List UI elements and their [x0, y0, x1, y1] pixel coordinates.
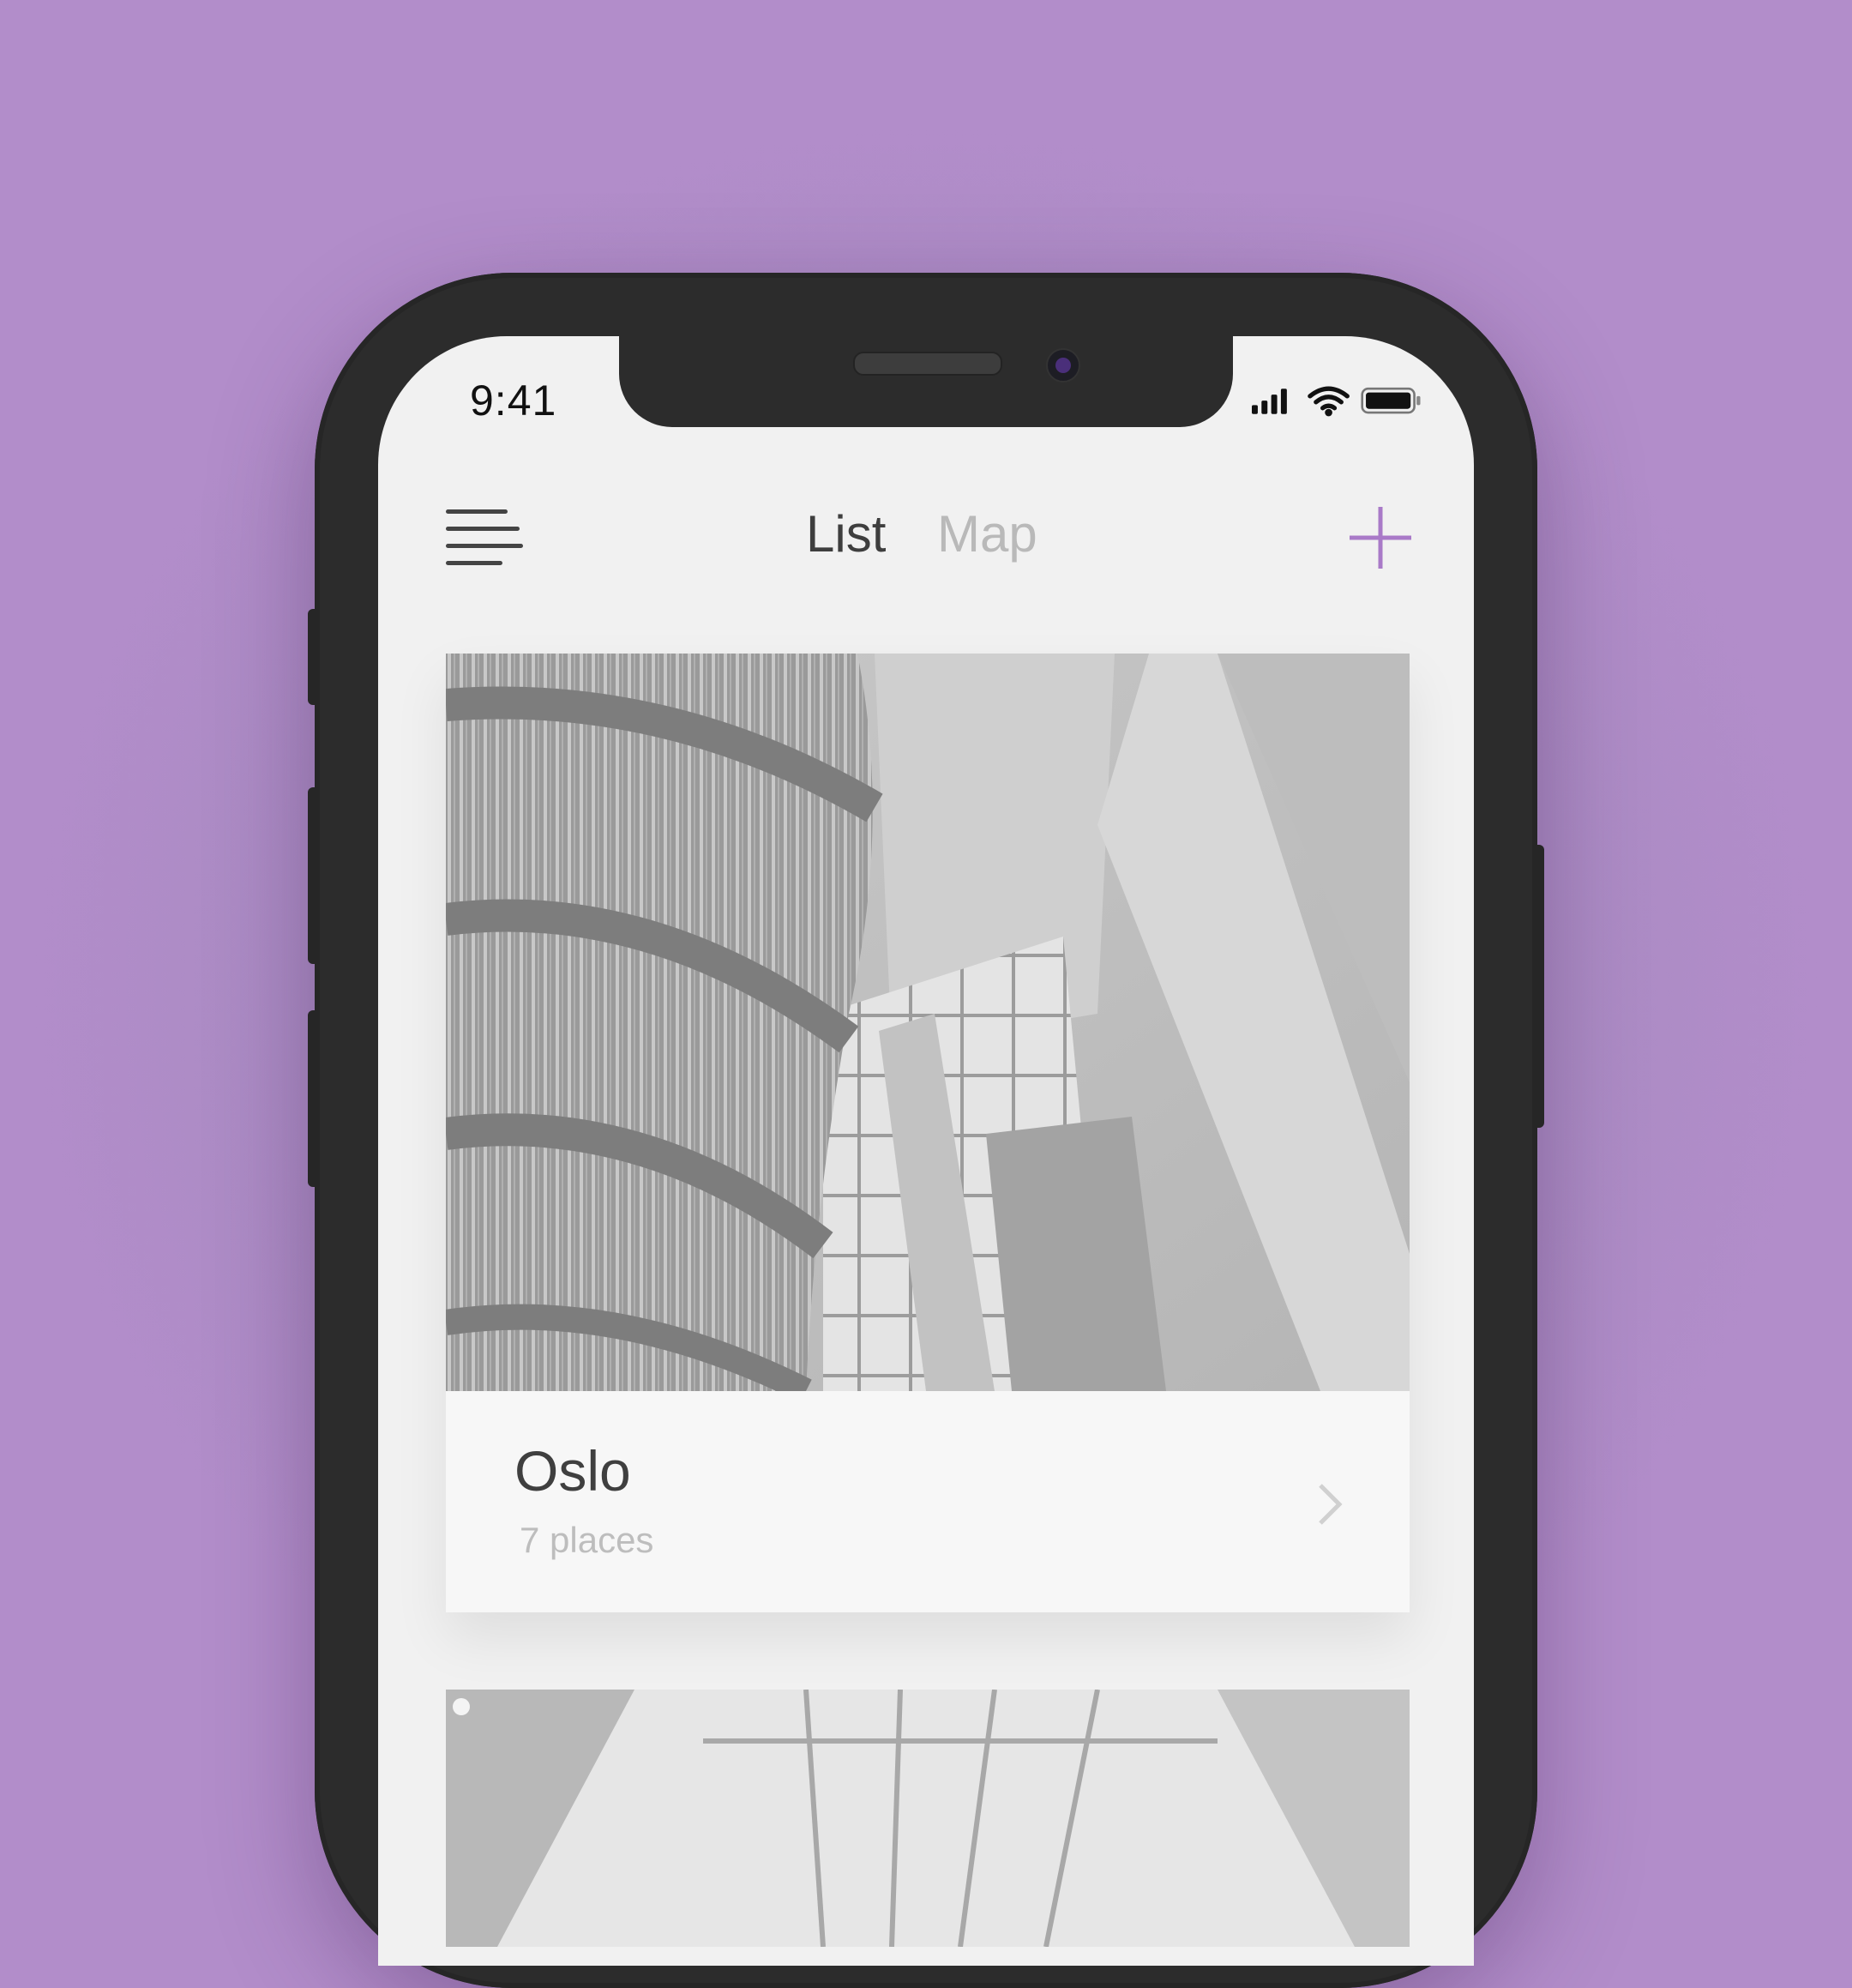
city-card-subtitle: 7 places [520, 1520, 654, 1560]
speaker-grille [853, 352, 1002, 376]
status-icons [1252, 386, 1421, 417]
city-card[interactable]: Oslo 7 places [446, 654, 1410, 1612]
tab-map[interactable]: Map [937, 504, 1037, 563]
tab-list[interactable]: List [806, 504, 886, 563]
status-time: 9:41 [470, 377, 557, 425]
plus-icon[interactable] [1350, 507, 1411, 569]
battery-icon [1361, 387, 1421, 414]
city-card-2-photo [446, 1690, 1410, 1947]
signal-icon [1252, 389, 1287, 414]
power-button [1532, 845, 1544, 1128]
volume-up-button [308, 787, 320, 964]
mute-switch [308, 609, 320, 705]
city-card-photo [446, 654, 1410, 1391]
front-camera [1046, 348, 1080, 383]
wifi-icon [1308, 386, 1350, 417]
menu-icon[interactable] [446, 509, 525, 566]
volume-down-button [308, 1010, 320, 1187]
city-card-2[interactable] [446, 1690, 1410, 1947]
notch [619, 326, 1233, 427]
chevron-right-icon [1319, 1484, 1343, 1525]
city-card-title: Oslo [514, 1439, 631, 1503]
